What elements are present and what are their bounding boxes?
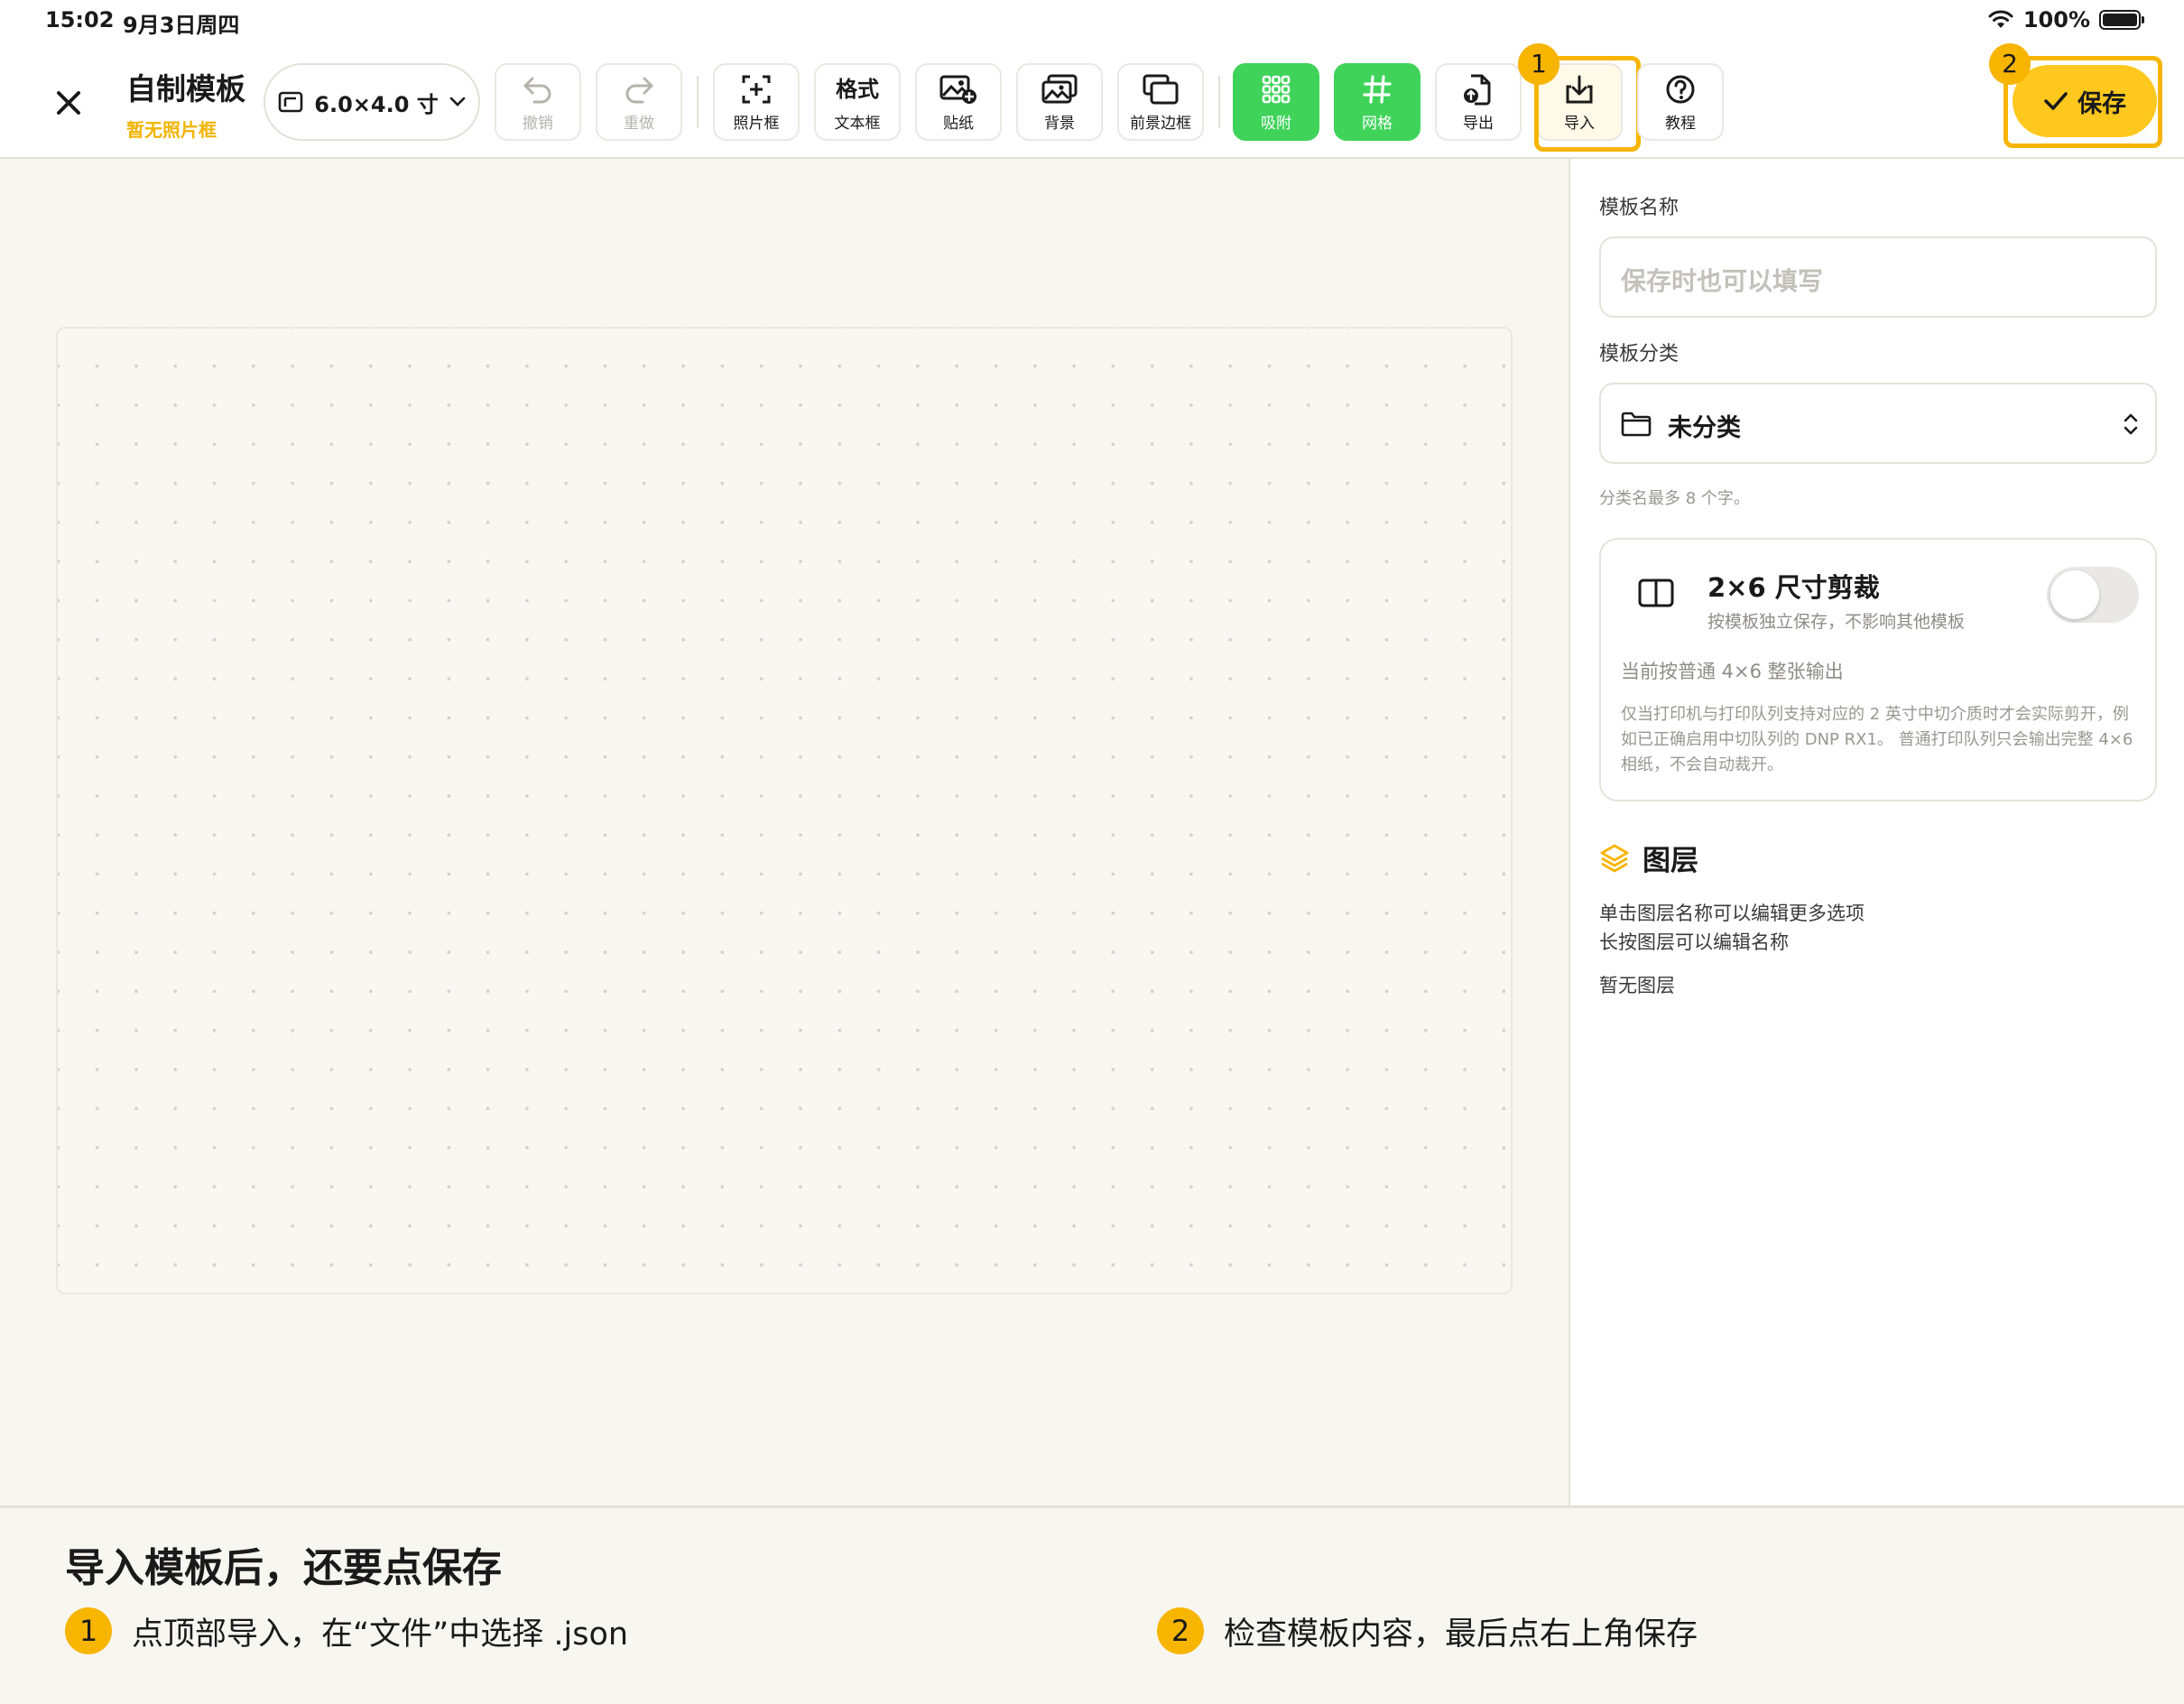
- check-icon: [2044, 92, 2068, 110]
- sticker-label: 贴纸: [943, 114, 974, 133]
- step-badge-save: 2: [1989, 43, 2031, 85]
- canvas-area: [0, 159, 1569, 1649]
- close-icon: [57, 91, 80, 115]
- page-title: 自制模板: [126, 71, 245, 106]
- template-canvas[interactable]: [56, 327, 1513, 1294]
- tutorial-button[interactable]: 教程: [1637, 63, 1724, 141]
- category-select[interactable]: 未分类: [1599, 383, 2157, 464]
- chevron-down-icon: [449, 97, 466, 106]
- crop-card: 2×6 尺寸剪裁 按模板独立保存，不影响其他模板 当前按普通 4×6 整张输出 …: [1599, 538, 2157, 801]
- photo-frame-label: 照片框: [733, 114, 780, 133]
- battery-icon: [2099, 10, 2144, 30]
- split-icon: [1638, 579, 1674, 607]
- photo-frame-button[interactable]: 照片框: [713, 63, 800, 141]
- sticker-button[interactable]: 贴纸: [915, 63, 1002, 141]
- chevron-updown-icon: [2124, 413, 2138, 435]
- undo-icon: [523, 77, 551, 103]
- redo-button[interactable]: 重做: [596, 63, 682, 141]
- status-right: 100%: [1987, 7, 2144, 32]
- redo-label: 重做: [624, 114, 654, 133]
- redo-icon: [625, 77, 653, 103]
- instruction-step: 1 点顶部导入，在“文件”中选择 .json: [65, 1607, 628, 1654]
- undo-label: 撤销: [523, 114, 553, 133]
- step-text: 检查模板内容，最后点右上角保存: [1224, 1616, 1698, 1653]
- tutorial-label: 教程: [1665, 114, 1696, 133]
- export-button[interactable]: 导出: [1435, 63, 1522, 141]
- layers-tip-2: 长按图层可以编辑名称: [1599, 931, 1789, 953]
- crop-subtitle: 按模板独立保存，不影响其他模板: [1707, 612, 1966, 632]
- grid-label: 网格: [1362, 114, 1393, 133]
- crop-toggle[interactable]: [2047, 567, 2139, 623]
- category-hint: 分类名最多 8 个字。: [1599, 489, 1750, 508]
- close-button[interactable]: [45, 79, 92, 126]
- images-icon: [1041, 74, 1078, 103]
- category-value: 未分类: [1668, 414, 1741, 442]
- foreground-border-label: 前景边框: [1130, 114, 1191, 133]
- layers-empty: 暂无图层: [1599, 975, 1675, 996]
- title-block: 自制模板 暂无照片框: [126, 65, 245, 142]
- add-image-icon: [939, 75, 976, 104]
- canvas-size-label: 6.0×4.0 寸: [314, 91, 439, 117]
- snap-label: 吸附: [1261, 114, 1291, 133]
- overlap-icon: [1143, 74, 1179, 104]
- help-icon: [1666, 75, 1695, 103]
- export-file-icon: [1464, 74, 1491, 105]
- toggle-knob: [2050, 570, 2099, 619]
- text-box-button[interactable]: 格式 文本框: [814, 63, 901, 141]
- crop-status: 当前按普通 4×6 整张输出: [1621, 661, 1844, 682]
- step-badge-import: 1: [1518, 43, 1559, 85]
- battery-percent: 100%: [2022, 7, 2090, 32]
- wifi-icon: [1988, 10, 2013, 28]
- step-number: 1: [65, 1607, 112, 1654]
- layers-header: 图层: [1599, 838, 1698, 878]
- category-label: 模板分类: [1599, 343, 1680, 366]
- layers-icon: [1600, 844, 1629, 872]
- format-text-glyph: 格式: [836, 76, 879, 102]
- snap-toggle[interactable]: 吸附: [1233, 63, 1319, 141]
- export-label: 导出: [1463, 114, 1494, 133]
- layers-tip-1: 单击图层名称可以编辑更多选项: [1599, 903, 1865, 924]
- grid-toggle[interactable]: 网格: [1334, 63, 1421, 141]
- crop-title: 2×6 尺寸剪裁: [1707, 572, 1880, 603]
- step-text: 点顶部导入，在“文件”中选择 .json: [132, 1616, 629, 1653]
- instruction-footer: 导入模板后，还要点保存 1 点顶部导入，在“文件”中选择 .json 2 检查模…: [0, 1505, 2184, 1704]
- text-box-label: 文本框: [834, 114, 881, 133]
- folder-icon: [1621, 412, 1652, 437]
- save-button[interactable]: 保存: [2013, 65, 2157, 137]
- crop-description: 仅当打印机与打印队列支持对应的 2 英寸中切介质时才会实际剪开，例如已正确启用中…: [1621, 705, 2133, 774]
- page-subtitle: 暂无照片框: [126, 119, 217, 141]
- add-frame-icon: [742, 75, 771, 103]
- template-name-placeholder: 保存时也可以填写: [1621, 266, 1824, 296]
- canvas-size-icon: [278, 91, 303, 113]
- toolbar-divider: [697, 76, 699, 128]
- status-time: 15:02: [45, 7, 115, 32]
- toolbar-divider: [1218, 76, 1220, 128]
- properties-panel: 模板名称 保存时也可以填写 模板分类 未分类 分类名最多 8 个字。 2×6 尺…: [1569, 159, 2184, 1505]
- instruction-step: 2 检查模板内容，最后点右上角保存: [1157, 1607, 1698, 1654]
- grid-dots-icon: [1262, 75, 1291, 103]
- foreground-border-button[interactable]: 前景边框: [1117, 63, 1204, 141]
- canvas-size-selector[interactable]: 6.0×4.0 寸: [264, 63, 480, 141]
- hash-icon: [1363, 74, 1392, 104]
- editor-toolbar: 自制模板 暂无照片框 6.0×4.0 寸 撤销 重做 照片框 格式 文本框 贴纸…: [0, 43, 2184, 159]
- undo-button[interactable]: 撤销: [495, 63, 581, 141]
- background-label: 背景: [1044, 114, 1075, 133]
- step-number: 2: [1157, 1607, 1204, 1654]
- save-label: 保存: [2078, 89, 2126, 118]
- status-date: 9月3日周四: [123, 13, 240, 38]
- status-bar: 15:02 9月3日周四 100%: [0, 0, 2184, 43]
- template-name-input[interactable]: 保存时也可以填写: [1599, 236, 2157, 318]
- instruction-title: 导入模板后，还要点保存: [65, 1545, 502, 1591]
- background-button[interactable]: 背景: [1016, 63, 1103, 141]
- layers-title: 图层: [1643, 845, 1698, 877]
- template-name-label: 模板名称: [1599, 197, 1680, 219]
